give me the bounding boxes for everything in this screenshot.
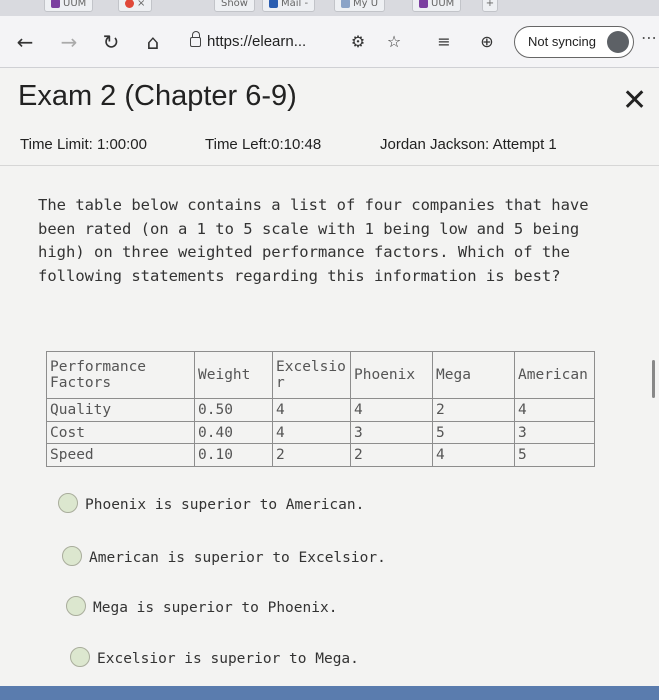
table-cell: 0.10: [194, 443, 273, 468]
table-cell: Speed: [46, 443, 195, 468]
table-header-cell: Mega: [432, 351, 515, 399]
table-header-row: Performance Factors Weight Excelsior Pho…: [46, 351, 595, 399]
exam-panel: Exam 2 (Chapter 6-9) ✕ Time Limit: 1:00:…: [0, 68, 659, 700]
browser-tab-4[interactable]: My U: [334, 0, 386, 12]
tab-favicon-icon: [51, 0, 60, 8]
page-title: Exam 2 (Chapter 6-9): [18, 80, 297, 112]
forward-icon[interactable]: →: [56, 29, 82, 55]
table-header-cell: Performance Factors: [46, 351, 195, 399]
table-cell: Cost: [46, 420, 195, 445]
table-cell: 3: [350, 420, 433, 445]
browser-tab-3[interactable]: Mail -: [262, 0, 316, 12]
table-cell: 0.50: [194, 398, 273, 422]
table-row: Quality 0.50 4 4 2 4: [46, 398, 595, 422]
radio-button[interactable]: [66, 596, 86, 616]
table-cell: 5: [514, 443, 595, 468]
avatar: [607, 31, 629, 53]
close-icon[interactable]: ✕: [622, 86, 647, 116]
table-cell: 0.40: [194, 420, 273, 445]
browser-tab-5[interactable]: UUM: [412, 0, 462, 12]
table-cell: Quality: [46, 398, 195, 422]
ratings-table: Performance Factors Weight Excelsior Pho…: [46, 351, 595, 468]
browser-tab-2[interactable]: Show: [214, 0, 255, 12]
table-cell: 3: [514, 420, 595, 445]
lock-icon: [190, 31, 201, 47]
back-icon[interactable]: ←: [12, 29, 38, 55]
table-row: Cost 0.40 4 3 5 3: [46, 420, 595, 445]
radio-button[interactable]: [62, 546, 82, 566]
table-header-cell: Weight: [194, 351, 273, 399]
answer-option-1[interactable]: Phoenix is superior to American.: [58, 493, 364, 513]
radio-button[interactable]: [70, 647, 90, 667]
home-icon[interactable]: ⌂: [140, 29, 166, 55]
favorite-star-icon[interactable]: ☆: [381, 29, 407, 55]
table-header-cell: American: [514, 351, 595, 399]
table-cell: 4: [350, 398, 433, 422]
new-tab-button[interactable]: +: [482, 0, 498, 12]
time-limit: Time Limit: 1:00:00: [20, 136, 147, 153]
table-cell: 5: [432, 420, 515, 445]
collections-icon[interactable]: ⊕: [474, 29, 500, 55]
record-icon: [125, 0, 134, 8]
more-menu-icon[interactable]: ⋯: [641, 28, 657, 47]
answer-option-2[interactable]: American is superior to Excelsior.: [62, 546, 386, 566]
table-cell: 4: [432, 443, 515, 468]
table-header-cell: Excelsior: [272, 351, 351, 399]
extension-icon[interactable]: ⚙: [345, 29, 371, 55]
outlook-icon: [269, 0, 278, 8]
table-cell: 4: [514, 398, 595, 422]
question-text: The table below contains a list of four …: [38, 196, 589, 285]
radio-button[interactable]: [58, 493, 78, 513]
browser-tab-close-icon[interactable]: ×: [118, 0, 153, 12]
refresh-icon[interactable]: ↻: [98, 29, 124, 55]
browser-tab-strip: UUM × Show Mail - My U UUM +: [0, 0, 659, 16]
table-cell: 2: [350, 443, 433, 468]
time-left: Time Left:0:10:48: [205, 136, 322, 153]
favorites-list-icon[interactable]: ≡: [431, 29, 457, 55]
address-bar[interactable]: https://elearn...: [190, 30, 340, 54]
tab-favicon-icon: [419, 0, 428, 8]
profile-sync-button[interactable]: Not syncing: [514, 26, 634, 58]
table-header-cell: Phoenix: [350, 351, 433, 399]
table-cell: 4: [272, 398, 351, 422]
table-cell: 2: [272, 443, 351, 468]
attempt-info: Jordan Jackson: Attempt 1: [380, 136, 557, 153]
page-icon: [341, 0, 350, 8]
browser-tab-1[interactable]: UUM: [44, 0, 94, 12]
bottom-bar: [0, 686, 659, 700]
scrollbar-thumb[interactable]: [652, 360, 655, 398]
table-row: Speed 0.10 2 2 4 5: [46, 443, 595, 468]
divider: [0, 165, 659, 166]
table-cell: 4: [272, 420, 351, 445]
answer-option-3[interactable]: Mega is superior to Phoenix.: [66, 596, 337, 616]
table-cell: 2: [432, 398, 515, 422]
answer-option-4[interactable]: Excelsior is superior to Mega.: [70, 647, 359, 667]
browser-toolbar: ← → ↻ ⌂ https://elearn... ⚙ ☆ ≡ ⊕ Not sy…: [0, 16, 659, 68]
